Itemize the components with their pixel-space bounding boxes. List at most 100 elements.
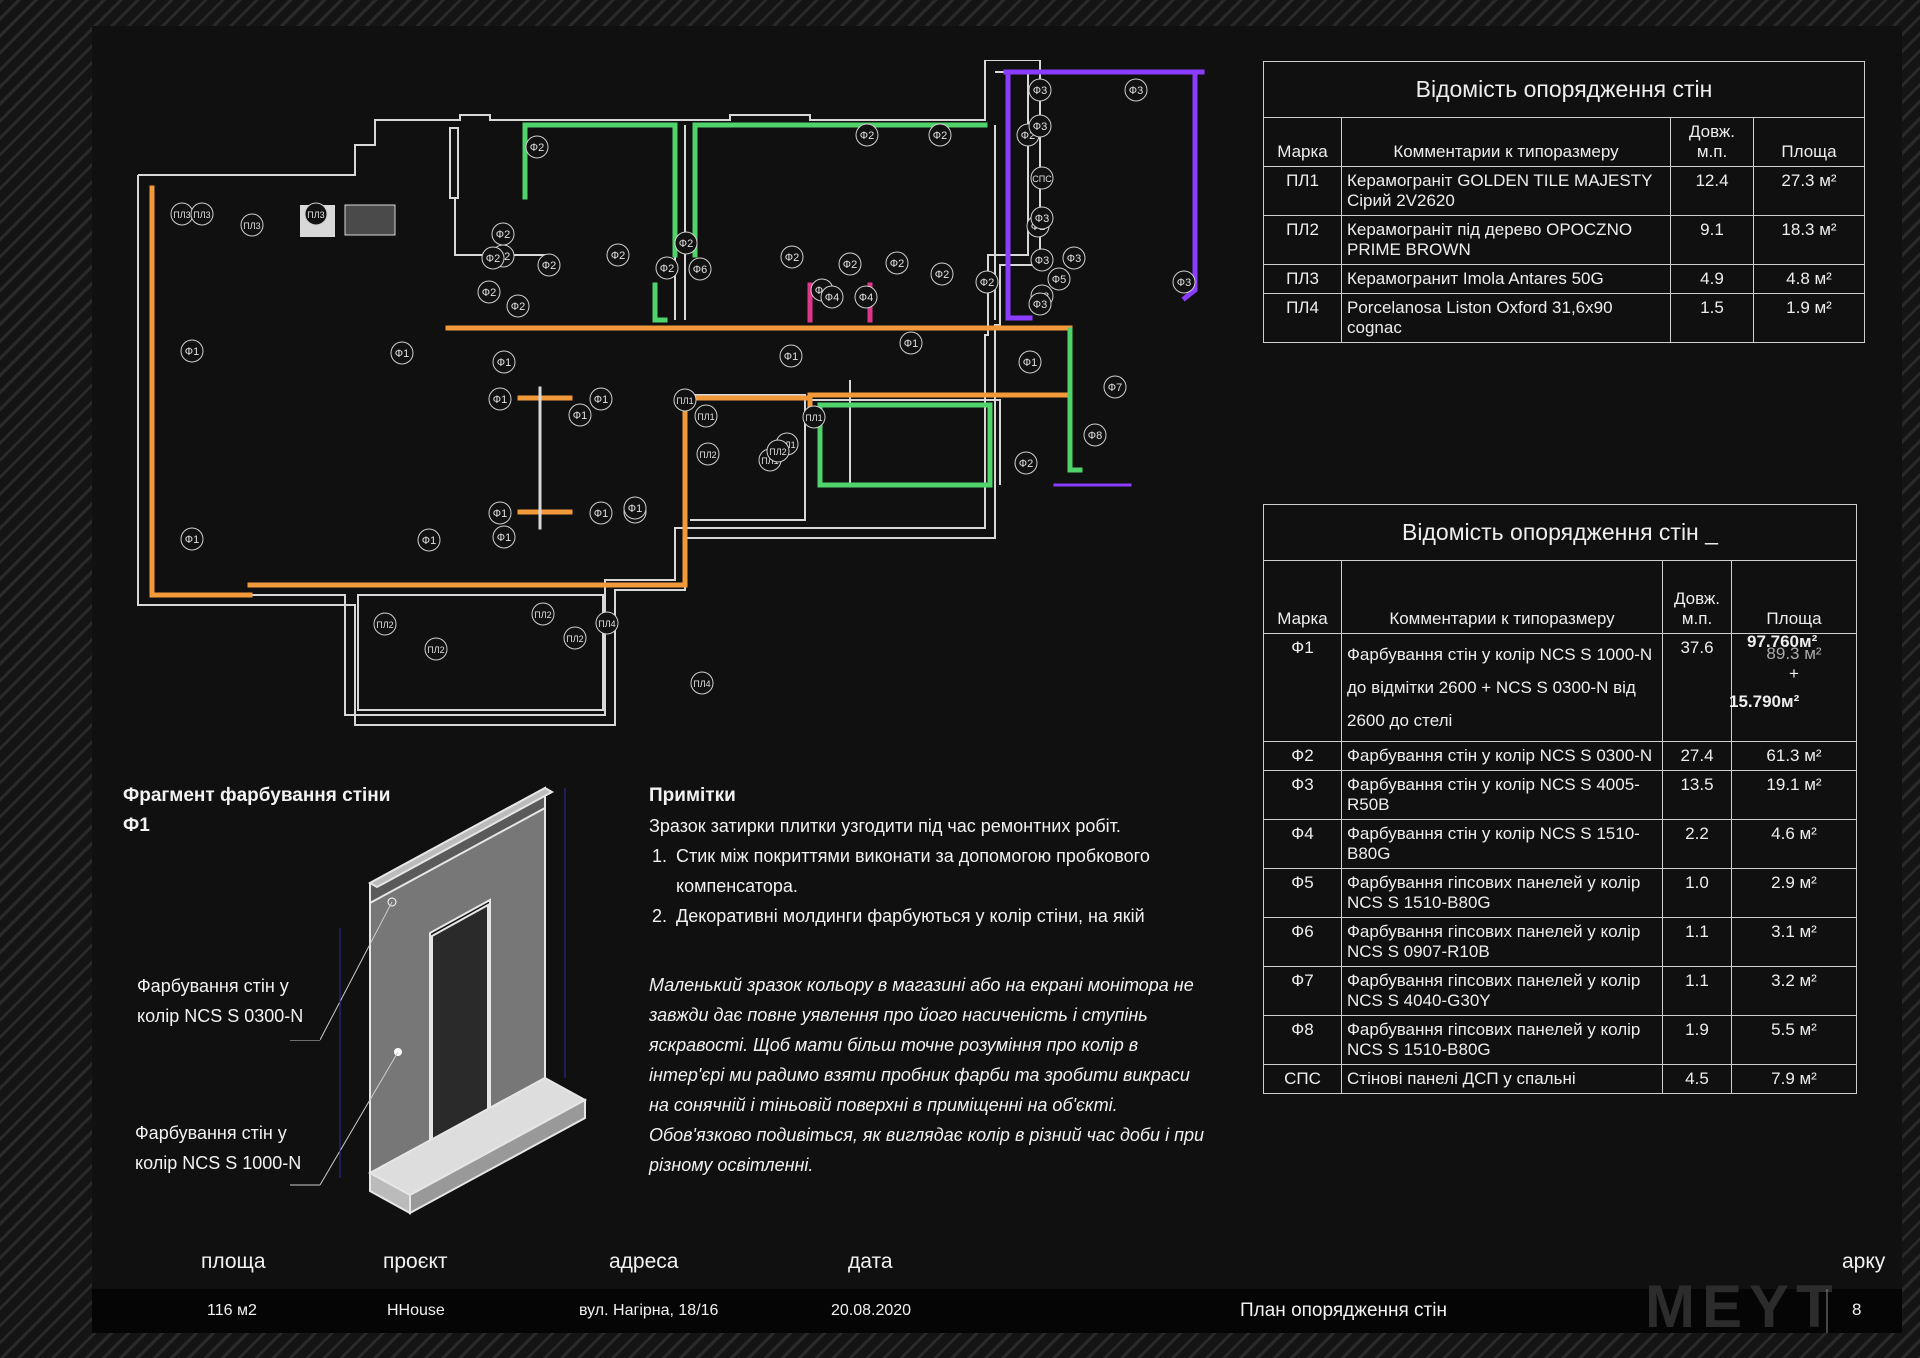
table1-header-length: Довж. м.п. — [1670, 117, 1754, 167]
plan-tag-label: ПЛ1 — [805, 413, 822, 423]
area-plus: + — [1789, 664, 1799, 683]
fragment-label-top: Фарбування стін у колір NCS S 0300-N — [137, 971, 303, 1031]
plan-tag-label: Ф1 — [395, 348, 409, 360]
row-length: 1.5 — [1670, 293, 1754, 343]
wall-fragment-isometric — [320, 786, 588, 1215]
wall-finish-f2-e — [1067, 327, 1083, 473]
fragment-label-top-line1: Фарбування стін у — [137, 976, 289, 996]
footer-project-label: проєкт — [383, 1250, 448, 1273]
plan-tag-label: Ф2 — [679, 238, 693, 250]
plan-tag-label: ПЛ2 — [769, 447, 786, 457]
plan-tag: Ф4 — [854, 285, 878, 309]
plan-tag: Ф2 — [928, 123, 952, 147]
table1-row: ПЛ3 Керамогранит Imola Antares 50G 4.9 4… — [1263, 264, 1865, 294]
plan-tag-label: Ф3 — [1033, 85, 1047, 97]
table2-header-mark: Марка — [1263, 560, 1342, 634]
row-area: 89.3 м² — [1766, 644, 1822, 663]
plan-tag: Ф1 — [180, 527, 204, 551]
plan-tag-label: Ф2 — [660, 263, 674, 275]
table2-header-comment: Комментарии к типоразмеру — [1341, 560, 1663, 634]
plan-tag: Ф2 — [855, 123, 879, 147]
plan-tag: Ф1 — [899, 331, 923, 355]
sheet-number: 8 — [1852, 1300, 1862, 1319]
plan-tag: Ф3 — [1030, 206, 1054, 230]
plan-tag-label: Ф2 — [843, 259, 857, 271]
floor-plan: ПЛ3 ПЛ3ПЛ3ПЛ3Ф1 Ф1Ф1Ф1 Ф1Ф1 Ф1Ф1Ф1 Ф1Ф1 Ф1Ф1Ф1… — [137, 60, 1205, 726]
plan-tag-label: Ф7 — [1108, 382, 1122, 394]
footer-area-label: площа — [201, 1250, 266, 1273]
plan-tag: Ф1 — [568, 403, 592, 427]
plan-tag: ПЛ1 — [694, 404, 718, 428]
row-mark: СПС — [1263, 1064, 1342, 1094]
plan-tag: СПС — [1030, 166, 1054, 190]
plan-tag-label: ПЛ1 — [697, 412, 714, 422]
plan-tag-label: Ф2 — [980, 277, 994, 289]
plan-tag-label: Ф1 — [185, 534, 199, 546]
plan-tag-label: Ф3 — [1035, 255, 1049, 267]
plan-tag-label: Ф1 — [422, 535, 436, 547]
wall-finish-table-2: Відомість опорядження стін _ Марка Комме… — [1263, 504, 1857, 1094]
plan-tag: Ф2 — [506, 294, 530, 318]
footer-date-value: 20.08.2020 — [831, 1302, 912, 1319]
plan-tag: Ф7 — [1103, 375, 1127, 399]
fragment-label-bottom-line1: Фарбування стін у — [135, 1123, 287, 1143]
row-comment: Porcelanosa Liston Oxford 31,6x90 cognac — [1341, 293, 1671, 343]
row-mark: ПЛ4 — [1263, 293, 1342, 343]
row-length: 12.4 — [1670, 166, 1754, 216]
row-area: 27.3 м² — [1753, 166, 1865, 216]
row-comment: Стінові панелі ДСП у спальні — [1341, 1064, 1663, 1094]
plan-tag: Ф1 — [779, 344, 803, 368]
plan-tag-label: Ф2 — [482, 287, 496, 299]
row-comment: Керамогранит Imola Antares 50G — [1341, 264, 1671, 294]
plan-tag: Ф3 — [1028, 292, 1052, 316]
table2-row: Ф4 Фарбування стін у колір NCS S 1510-B8… — [1263, 819, 1857, 869]
row-comment: Фарбування стін у колір NCS S 0300-N — [1341, 741, 1663, 771]
plan-tag-label: СПС — [1032, 174, 1052, 184]
row-area: 4.6 м² — [1731, 819, 1857, 869]
row-mark: Ф1 — [1263, 633, 1342, 742]
plan-tag-label: Ф6 — [693, 264, 707, 276]
plan-tag: ПЛ4 — [595, 611, 619, 635]
table1-row: ПЛ1 Керамограніт GOLDEN TILE MAJESTY Сір… — [1263, 166, 1865, 216]
plan-tag: Ф3 — [1124, 78, 1148, 102]
plan-tag-label: Ф2 — [933, 130, 947, 142]
footer-area-value: 116 м2 — [207, 1302, 257, 1319]
notes-intro: Зразок затирки плитки узгодити під час р… — [649, 816, 1121, 836]
table1-row: ПЛ4 Porcelanosa Liston Oxford 31,6x90 co… — [1263, 293, 1865, 343]
plan-tag: Ф2 — [674, 231, 698, 255]
plan-tag: Ф1 — [417, 528, 441, 552]
table2-header-length: Довж. м.п. — [1662, 560, 1732, 634]
row-comment: Керамограніт GOLDEN TILE MAJESTY Сірий 2… — [1341, 166, 1671, 216]
row-length: 4.9 — [1670, 264, 1754, 294]
wall-finish-table-1: Відомість опорядження стін Марка Коммент… — [1263, 61, 1865, 343]
wall-finish-f3-c — [1181, 71, 1198, 302]
plan-tag-label: Ф1 — [628, 503, 642, 515]
plan-tag: ПЛ3 — [170, 202, 194, 226]
table1-header-comment: Комментарии к типоразмеру — [1341, 117, 1671, 167]
plan-tag-label: ПЛ4 — [598, 619, 615, 629]
plan-tag: Ф2 — [930, 262, 954, 286]
plan-tag: Ф1 — [492, 525, 516, 549]
plan-tag-label: ПЛ2 — [566, 634, 583, 644]
row-comment: Фарбування гіпсових панелей у колір NCS … — [1341, 917, 1663, 967]
brand-logo: MEYT — [1645, 1273, 1840, 1340]
plan-tag: Ф2 — [606, 243, 630, 267]
row-length: 1.0 — [1662, 868, 1732, 918]
row-comment: Фарбування гіпсових панелей у колір NCS … — [1341, 966, 1663, 1016]
plan-tag-label: Ф3 — [1067, 253, 1081, 265]
row-mark: ПЛ1 — [1263, 166, 1342, 216]
plan-tag: Ф3 — [1172, 270, 1196, 294]
row-mark: Ф8 — [1263, 1015, 1342, 1065]
plan-tag: Ф2 — [537, 253, 561, 277]
table2-row: Ф3 Фарбування стін у колір NCS S 4005-R5… — [1263, 770, 1857, 820]
sheet-title: План опорядження стін — [1240, 1300, 1447, 1321]
row-length: 1.9 — [1662, 1015, 1732, 1065]
plan-tag-label: ПЛ2 — [534, 610, 551, 620]
footer-divider — [1826, 1289, 1828, 1333]
row-area: 3.1 м² — [1731, 917, 1857, 967]
stove-fixture — [344, 204, 396, 236]
plan-tag: Ф1 — [589, 501, 613, 525]
plan-tag-label: Ф2 — [890, 258, 904, 270]
plan-tag: ПЛ2 — [424, 637, 448, 661]
plan-tag: Ф2 — [780, 245, 804, 269]
